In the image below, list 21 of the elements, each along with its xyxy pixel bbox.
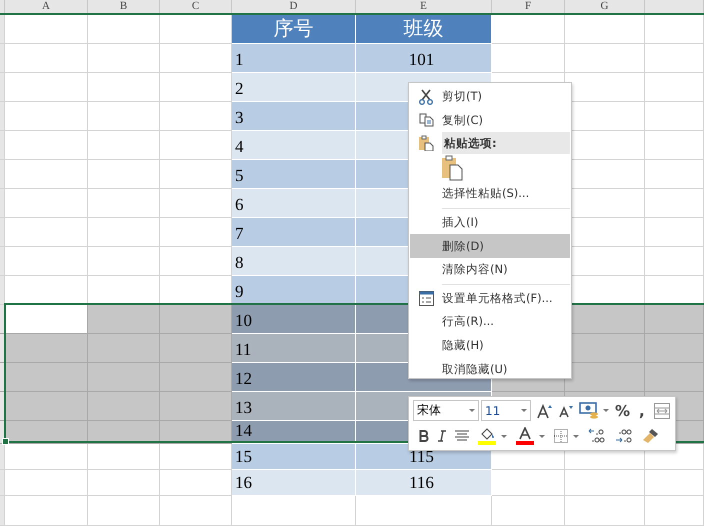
menu-section-label: 粘贴选项:	[442, 132, 570, 154]
table-cell: 3	[232, 102, 356, 131]
table-cell: 2	[232, 73, 356, 102]
table-cell: 13	[232, 392, 356, 421]
table-cell: 101	[356, 44, 492, 73]
table-cell: 6	[232, 189, 356, 218]
table-cell: 8	[232, 247, 356, 276]
table-cell: 14	[232, 421, 356, 444]
table-cell: 15	[232, 444, 356, 470]
table-cell: 5	[232, 160, 356, 189]
table-cell: 10	[232, 305, 356, 334]
table-cell: 9	[232, 276, 356, 305]
table-cell: 7	[232, 218, 356, 247]
table-header: 班级	[356, 15, 492, 44]
table-cell: 4	[232, 131, 356, 160]
table-cell: 12	[232, 363, 356, 392]
table-cell: 16	[232, 470, 356, 496]
table-header: 序号	[232, 15, 356, 44]
table-cell: 11	[232, 334, 356, 363]
table-cell: 116	[356, 470, 492, 496]
table-cell: 1	[232, 44, 356, 73]
